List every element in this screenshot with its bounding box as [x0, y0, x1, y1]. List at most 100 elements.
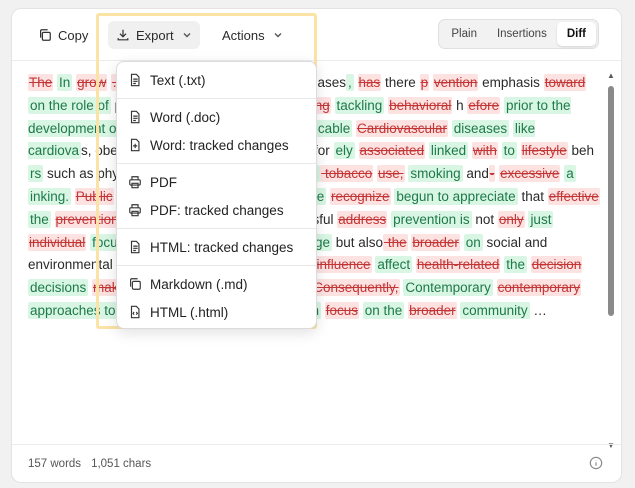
export-pdf-item[interactable]: PDF [117, 168, 316, 196]
inserted-text: begun to appreciate [394, 187, 518, 205]
deleted-text: p [419, 74, 430, 91]
printer-icon [129, 176, 141, 189]
deleted-text: prevention [54, 210, 120, 228]
inserted-text: just [528, 210, 554, 228]
inserted-text: rs [28, 165, 44, 183]
download-icon [117, 29, 129, 41]
copy-icon [40, 29, 51, 41]
deleted-text: decision [530, 256, 583, 274]
inserted-text: tackling [334, 96, 385, 114]
plain-text [354, 75, 358, 90]
inserted-text: In [57, 74, 73, 91]
inserted-text: on the role of [28, 96, 111, 114]
actions-button[interactable]: Actions [214, 21, 291, 49]
export-dropdown-menu: Text (.txt) Word (.doc) Word: tracked ch… [116, 61, 317, 329]
char-count: 1,051 chars [91, 457, 152, 470]
deleted-text: excessive [499, 165, 561, 183]
view-insertions-option[interactable]: Insertions [487, 22, 557, 46]
deleted-text: effective [547, 187, 600, 205]
export-pdf-label: PDF [150, 174, 177, 190]
deleted-text: The [28, 74, 54, 91]
inserted-text: smoking [408, 165, 463, 183]
plain-text [355, 143, 359, 158]
deleted-text: tobacco [320, 165, 374, 183]
inserted-text: , [345, 74, 354, 91]
inserted-text: the [28, 210, 51, 228]
deleted-text: contemporary [496, 279, 582, 297]
export-html-tracked-item[interactable]: HTML: tracked changes [117, 233, 316, 261]
export-markdown-item[interactable]: Markdown (.md) [117, 270, 316, 298]
view-diff-option[interactable]: Diff [556, 22, 596, 46]
inserted-text: ely [333, 142, 355, 160]
plain-text: not [475, 211, 498, 227]
actions-label: Actions [222, 27, 265, 43]
deleted-text: Consequently, [312, 279, 400, 297]
inserted-text: on [463, 233, 483, 251]
document-icon [130, 240, 140, 254]
inserted-text: to [501, 142, 517, 160]
plain-text [330, 143, 334, 158]
deleted-text: use, [377, 165, 405, 183]
inserted-text: linked [428, 142, 469, 160]
vertical-scrollbar[interactable]: ▲ ▼ [606, 68, 616, 450]
document-tracked-icon [130, 138, 140, 152]
plain-text: that [517, 188, 548, 204]
export-word-tracked-label: Word: tracked changes [150, 137, 289, 153]
deleted-text: broader [411, 233, 460, 251]
inserted-text: inking. [28, 187, 72, 205]
copy-label: Copy [58, 27, 89, 43]
deleted-text: individual [28, 233, 87, 251]
deleted-text: the [383, 233, 408, 251]
export-word-doc-item[interactable]: Word (.doc) [117, 103, 316, 131]
export-markdown-label: Markdown (.md) [150, 276, 248, 292]
inserted-text: Contemporary [403, 279, 493, 297]
export-pdf-tracked-item[interactable]: PDF: tracked changes [117, 196, 316, 224]
scroll-up-icon[interactable]: ▲ [607, 72, 615, 80]
deleted-text: broader [408, 301, 457, 319]
export-html-label: HTML (.html) [150, 304, 229, 320]
deleted-text: with [471, 142, 498, 160]
plain-text: beh [567, 143, 594, 159]
export-word-doc-label: Word (.doc) [150, 109, 221, 125]
menu-divider [117, 228, 316, 229]
view-plain-option[interactable]: Plain [441, 22, 487, 46]
deleted-text: grow [76, 74, 108, 91]
plain-text [331, 98, 335, 113]
plain-text: … [529, 302, 547, 318]
plain-text: there [381, 75, 420, 90]
deleted-text: toward [543, 74, 587, 91]
deleted-text: vention [432, 74, 479, 91]
inserted-text: affect [375, 256, 413, 274]
export-word-tracked-item[interactable]: Word: tracked changes [117, 131, 316, 159]
deleted-text: only [497, 210, 525, 228]
deleted-text: health-related [415, 256, 501, 274]
copy-button[interactable]: Copy [30, 21, 96, 49]
copy-icon [130, 278, 141, 290]
status-bar: 157 words 1,051 chars [12, 444, 621, 482]
inserted-text: a [564, 165, 576, 183]
inserted-text: on the [362, 301, 405, 319]
toolbar: Copy Export Actions Plain Insertions Dif… [12, 9, 621, 61]
deleted-text: associated [358, 142, 426, 160]
plain-text: h [452, 97, 464, 113]
deleted-text: efore [467, 96, 501, 114]
plain-text: but also [332, 234, 384, 250]
deleted-text: influence [315, 256, 372, 274]
deleted-text: behavioral [388, 96, 453, 114]
chevron-down-icon [274, 33, 282, 38]
word-count: 157 words [28, 457, 82, 470]
deleted-text: recognize [330, 187, 391, 205]
scrollbar-thumb[interactable] [608, 86, 614, 316]
plain-text: and [462, 166, 489, 182]
document-icon [130, 73, 140, 87]
plain-text [51, 212, 55, 227]
info-icon[interactable] [589, 456, 603, 470]
export-html-item[interactable]: HTML (.html) [117, 298, 316, 326]
code-file-icon [130, 305, 140, 319]
export-text-txt-item[interactable]: Text (.txt) [117, 66, 316, 94]
export-html-tracked-label: HTML: tracked changes [150, 239, 294, 255]
inserted-text: prevention is [391, 210, 472, 228]
export-pdf-tracked-label: PDF: tracked changes [150, 202, 284, 218]
export-button[interactable]: Export [108, 21, 200, 49]
inserted-text: community [460, 301, 530, 319]
